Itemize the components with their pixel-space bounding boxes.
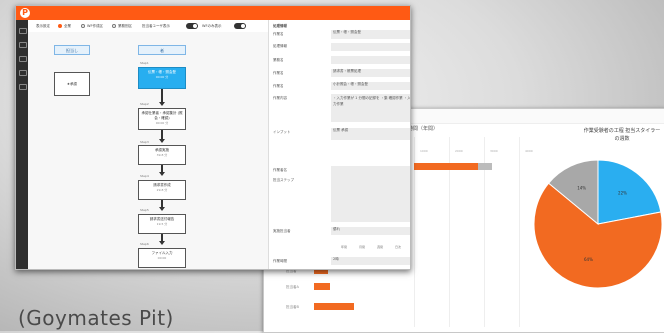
- flow-arrow: [159, 165, 165, 176]
- prop-label: 業務名: [273, 58, 284, 62]
- display-settings-label: 表示設定: [36, 24, 50, 28]
- prop-label: 処理情報: [273, 44, 287, 48]
- app-logo[interactable]: P: [20, 8, 30, 18]
- step-label: Step4: [140, 174, 149, 178]
- bar: [414, 163, 478, 170]
- flow-arrow: [159, 89, 165, 106]
- pie-slice-label: 64%: [584, 257, 593, 262]
- bar: [314, 303, 354, 310]
- radio-all[interactable]: [58, 24, 62, 28]
- step-label: Step6: [140, 242, 149, 246]
- step-label: Step3: [140, 140, 149, 144]
- flow-node[interactable]: ファイル入力 00:00: [138, 248, 186, 268]
- column-label: 月間: [359, 245, 366, 249]
- props-header: 処理情報: [273, 24, 287, 28]
- x-tick-label: 1000: [420, 149, 428, 153]
- node-duration: 00:00 分: [155, 121, 169, 125]
- user-icon[interactable]: [19, 70, 27, 76]
- prop-value[interactable]: ・入力作業が 1 分間の記録を ・集 確認作業 ・入力作業: [331, 94, 410, 122]
- flow-node[interactable]: 承認仕業者・承認集計 (照会・確認) 00:00 分: [138, 108, 186, 130]
- row-label: 担当者B: [286, 305, 299, 309]
- prop-value[interactable]: 優れ: [331, 227, 410, 235]
- x-tick-label: 3000: [490, 149, 498, 153]
- assignee-toggle-label: 担当者ユーザ表示: [142, 24, 170, 28]
- step-label: Step2: [140, 102, 149, 106]
- step-label: Step5: [140, 208, 149, 212]
- caption-text: (Goymates Pit): [18, 306, 174, 330]
- node-duration: 00:00 分: [155, 75, 169, 79]
- pie-slice-label: 22%: [618, 190, 627, 195]
- node-duration: 19.5 分: [156, 222, 168, 226]
- prop-label: 作業名: [273, 32, 284, 36]
- radio-wf[interactable]: [81, 24, 85, 28]
- chart-icon[interactable]: [19, 56, 27, 62]
- radio-wf-label: WF作成区: [87, 24, 103, 28]
- flow-arrow: [159, 200, 165, 211]
- prop-value[interactable]: 伝票・帳・照会登: [331, 30, 410, 39]
- prop-value[interactable]: 2時: [331, 257, 410, 265]
- prop-value[interactable]: 請求書・帳票処理: [331, 69, 410, 77]
- radio-business-label: 業務別区: [118, 24, 132, 28]
- node-duration: 00:00: [157, 256, 167, 260]
- flow-arrow: [159, 130, 165, 143]
- bar: [314, 283, 330, 290]
- prop-label: 作業名: [273, 71, 284, 75]
- prop-label: 作業者名: [273, 168, 287, 172]
- column-label: 週間: [377, 245, 384, 249]
- menu-icon[interactable]: [19, 28, 27, 34]
- prop-label: 実施担当者: [273, 229, 291, 233]
- flow-node[interactable]: 請求書作成 29.8 分: [138, 180, 186, 200]
- flow-node[interactable]: 請求書送付報告 19.5 分: [138, 214, 186, 234]
- settings-icon[interactable]: [19, 84, 27, 90]
- flow-node[interactable]: 伝票・帳・照会登 00:00 分: [138, 67, 186, 89]
- column-label: 年間: [341, 245, 348, 249]
- pie-slice-label: 14%: [577, 185, 586, 190]
- radio-business[interactable]: [112, 24, 116, 28]
- display-toolbar: 表示設定 全業 WF作成区 業務別区 担当者ユーザ表示 WFのみ表示: [36, 22, 266, 32]
- x-tick-label: 2000: [455, 149, 463, 153]
- properties-panel: 処理情報 作業名 伝票・帳・照会登 処理情報 業務名 作業名 請求書・帳票処理 …: [268, 20, 410, 269]
- radio-all-label: 全業: [64, 24, 71, 28]
- prop-label: 作業名: [273, 84, 284, 88]
- flow-canvas[interactable]: 担当し 者 ★承認 Step1 伝票・帳・照会登 00:00 分 Step2 承…: [28, 32, 274, 269]
- app-header-bar: P: [16, 6, 410, 20]
- wf-only-toggle-label: WFのみ表示: [202, 24, 222, 28]
- flow-node[interactable]: 承認実施 39.8 分: [138, 145, 186, 165]
- lane-header: 者: [138, 45, 186, 55]
- node-duration: 29.8 分: [156, 188, 168, 192]
- prop-label: 担当ステップ: [273, 178, 294, 182]
- step-label: Step1: [140, 61, 149, 65]
- node-duration: 39.8 分: [156, 153, 168, 157]
- prop-value[interactable]: 小計照会・帳・照会登: [331, 82, 410, 90]
- prop-value[interactable]: [331, 43, 410, 51]
- prop-label: インプット: [273, 130, 291, 134]
- process-editor-window: P 表示設定 全業 WF作成区 業務別区 担当者ユーザ表示 WFのみ表示 担当し…: [15, 5, 411, 270]
- pie-chart: 22% 64% 14%: [533, 159, 663, 289]
- wf-only-toggle[interactable]: [234, 23, 246, 29]
- assignee-toggle[interactable]: [186, 23, 198, 29]
- document-icon[interactable]: [19, 42, 27, 48]
- row-label: 担当者A: [286, 285, 299, 289]
- grid-line: [519, 137, 520, 327]
- column-label: 日次: [395, 245, 402, 249]
- prop-value[interactable]: 伝票 承認: [331, 128, 410, 140]
- lane-header: 担当し: [54, 45, 90, 55]
- prop-label: 作業時間: [273, 259, 287, 263]
- prop-value[interactable]: [331, 56, 410, 64]
- flow-arrow: [159, 234, 165, 245]
- prop-label: 作業内容: [273, 96, 287, 100]
- flow-node[interactable]: ★承認: [54, 72, 90, 96]
- pie-chart-title: 作業受験者の工程 担当スタイラーの週数: [583, 128, 661, 142]
- left-nav: [16, 20, 28, 269]
- prop-value-grid[interactable]: [331, 166, 410, 222]
- node-title: 承認仕業者・承認集計 (照会・確認): [141, 111, 183, 120]
